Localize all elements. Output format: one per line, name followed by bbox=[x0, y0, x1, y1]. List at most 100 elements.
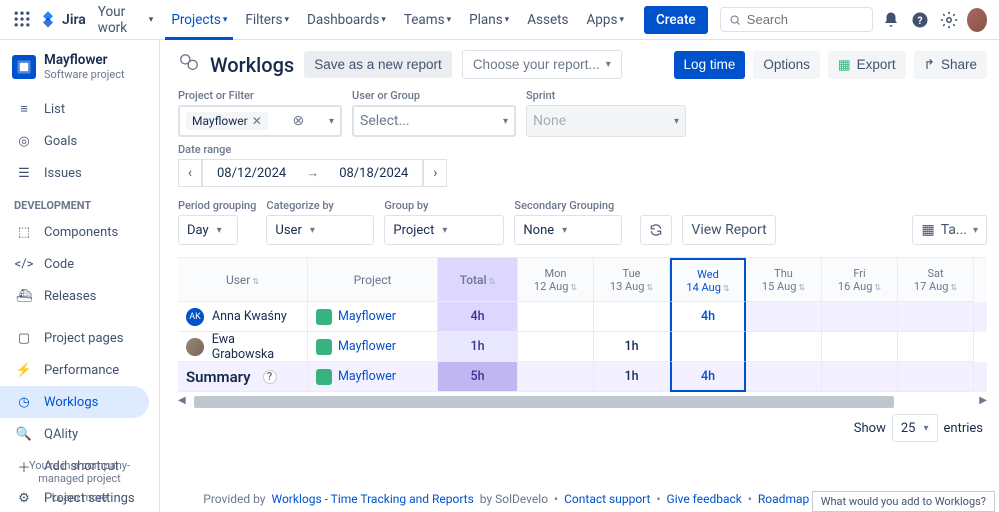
date-next-button[interactable]: › bbox=[423, 159, 447, 187]
worklogs-grid: User⇅ Project Total⇅ Mon12 Aug⇅ Tue13 Au… bbox=[178, 257, 987, 392]
table-row[interactable]: AKAnna Kwaśny Mayflower 4h 4h bbox=[178, 302, 987, 332]
sidebar-item-components[interactable]: ⬚Components bbox=[0, 216, 159, 248]
project-link[interactable]: Mayflower bbox=[338, 369, 396, 384]
issues-icon: ☰ bbox=[14, 163, 34, 183]
view-report-button[interactable]: View Report bbox=[682, 215, 775, 245]
col-day-mon: Mon12 Aug⇅ bbox=[518, 258, 594, 302]
period-label: Period grouping bbox=[178, 199, 256, 212]
project-chip: Mayflower✕ bbox=[186, 112, 268, 130]
nav-apps[interactable]: Apps▾ bbox=[581, 8, 630, 32]
feedback-prompt[interactable]: What would you add to Worklogs? bbox=[812, 491, 995, 512]
nav-filters[interactable]: Filters▾ bbox=[239, 8, 295, 32]
sidebar-item-code[interactable]: </>Code bbox=[0, 248, 159, 280]
col-day-sat: Sat17 Aug⇅ bbox=[898, 258, 974, 302]
entries-label: entries bbox=[944, 421, 984, 436]
chevron-down-icon: ▾ bbox=[447, 15, 452, 25]
nav-plans[interactable]: Plans▾ bbox=[463, 8, 515, 32]
tablemode-select[interactable]: ▦Ta...▾ bbox=[912, 215, 987, 245]
nav-teams[interactable]: Teams▾ bbox=[398, 8, 457, 32]
save-report-button[interactable]: Save as a new report bbox=[304, 51, 452, 78]
project-name: Mayflower bbox=[44, 52, 125, 68]
day-cell: 1h bbox=[594, 362, 670, 392]
groupby-label: Group by bbox=[384, 199, 504, 212]
total-cell: 4h bbox=[438, 302, 518, 332]
roadmap-link[interactable]: Roadmap bbox=[758, 492, 809, 506]
sidebar-item-list[interactable]: ≡List bbox=[0, 93, 159, 125]
project-icon bbox=[316, 339, 332, 355]
sidebar-item-releases[interactable]: ⛴Releases bbox=[0, 280, 159, 312]
col-day-wed: Wed14 Aug⇅ bbox=[670, 258, 746, 302]
nav-projects[interactable]: Projects▾ bbox=[165, 0, 233, 40]
sidebar-item-worklogs[interactable]: ◷Worklogs bbox=[0, 386, 149, 418]
sidebar-item-qality[interactable]: 🔍QAlity bbox=[0, 418, 159, 450]
project-header[interactable]: Mayflower Software project bbox=[0, 52, 159, 93]
help-icon[interactable]: ? bbox=[263, 370, 277, 384]
col-day-fri: Fri16 Aug⇅ bbox=[822, 258, 898, 302]
app-link[interactable]: Worklogs - Time Tracking and Reports bbox=[271, 492, 473, 506]
scroll-left-icon[interactable]: ◀ bbox=[178, 395, 186, 406]
nav-yourwork[interactable]: Your work▾ bbox=[92, 0, 160, 40]
day-cell: 4h bbox=[670, 302, 746, 332]
contact-link[interactable]: Contact support bbox=[564, 492, 650, 506]
page-icon: ▢ bbox=[14, 328, 34, 348]
sheet-icon: ▦ bbox=[838, 57, 851, 73]
secondary-select[interactable]: None▾ bbox=[514, 215, 622, 245]
nav-assets[interactable]: Assets bbox=[521, 8, 574, 32]
learn-more-link[interactable]: Learn more bbox=[8, 491, 151, 504]
svg-text:?: ? bbox=[917, 13, 922, 26]
sort-icon: ⇅ bbox=[252, 277, 259, 286]
sprint-select[interactable]: None▾ bbox=[526, 105, 686, 137]
user-name: Ewa Grabowska bbox=[212, 332, 299, 362]
clear-icon[interactable]: ⊗ bbox=[293, 113, 305, 129]
choose-report-select[interactable]: Choose your report...▾ bbox=[462, 50, 622, 79]
date-range-input[interactable]: 08/12/2024 → 08/18/2024 bbox=[202, 159, 423, 187]
period-select[interactable]: Day▾ bbox=[178, 215, 238, 245]
search-input[interactable] bbox=[720, 7, 873, 32]
table-row[interactable]: Ewa Grabowska Mayflower 1h 1h bbox=[178, 332, 987, 362]
chip-remove-icon[interactable]: ✕ bbox=[252, 114, 262, 128]
sprint-label: Sprint bbox=[526, 89, 686, 102]
categorize-select[interactable]: User▾ bbox=[266, 215, 374, 245]
categorize-label: Categorize by bbox=[266, 199, 374, 212]
notifications-icon[interactable] bbox=[879, 6, 902, 34]
total-cell: 5h bbox=[438, 362, 518, 392]
col-total[interactable]: Total⇅ bbox=[438, 258, 518, 302]
sidebar-item-goals[interactable]: ◎Goals bbox=[0, 125, 159, 157]
project-filter-input[interactable]: Mayflower✕ ⊗ ▾ bbox=[178, 105, 342, 137]
share-button[interactable]: ↱Share bbox=[914, 51, 987, 79]
date-prev-button[interactable]: ‹ bbox=[178, 159, 202, 187]
chevron-down-icon: ▾ bbox=[223, 15, 228, 25]
summary-label: Summary bbox=[186, 368, 251, 386]
sidebar-item-performance[interactable]: ⚡Performance bbox=[0, 354, 159, 386]
col-user[interactable]: User⇅ bbox=[178, 258, 308, 302]
day-cell bbox=[898, 362, 974, 392]
search-icon: 🔍 bbox=[14, 424, 34, 444]
nav-dashboards[interactable]: Dashboards▾ bbox=[301, 8, 392, 32]
feedback-link[interactable]: Give feedback bbox=[667, 492, 742, 506]
log-time-button[interactable]: Log time bbox=[674, 51, 746, 79]
app-switcher-icon[interactable] bbox=[12, 8, 32, 32]
sort-icon: ⇅ bbox=[489, 277, 496, 286]
user-avatar[interactable] bbox=[967, 8, 987, 32]
project-link[interactable]: Mayflower bbox=[338, 339, 396, 354]
user-group-select[interactable]: Select...▾ bbox=[352, 105, 516, 137]
export-button[interactable]: ▦Export bbox=[828, 51, 906, 79]
help-icon[interactable]: ? bbox=[908, 6, 931, 34]
date-from: 08/12/2024 bbox=[217, 166, 286, 181]
jira-logo[interactable]: Jira bbox=[38, 10, 86, 30]
chevron-down-icon: ▾ bbox=[619, 15, 624, 25]
scroll-right-icon[interactable]: ▶ bbox=[979, 395, 987, 406]
total-cell: 1h bbox=[438, 332, 518, 362]
horizontal-scrollbar[interactable] bbox=[194, 396, 894, 408]
user-name: Anna Kwaśny bbox=[212, 309, 287, 324]
create-button[interactable]: Create bbox=[644, 6, 708, 34]
pagesize-select[interactable]: 25▾ bbox=[892, 414, 938, 442]
groupby-select[interactable]: Project▾ bbox=[384, 215, 504, 245]
refresh-button[interactable] bbox=[640, 215, 672, 245]
sidebar-item-pages[interactable]: ▢Project pages bbox=[0, 322, 159, 354]
sidebar-item-issues[interactable]: ☰Issues bbox=[0, 157, 159, 189]
project-icon bbox=[12, 55, 36, 79]
options-button[interactable]: Options bbox=[753, 51, 820, 79]
settings-icon[interactable] bbox=[938, 6, 961, 34]
project-link[interactable]: Mayflower bbox=[338, 309, 396, 324]
